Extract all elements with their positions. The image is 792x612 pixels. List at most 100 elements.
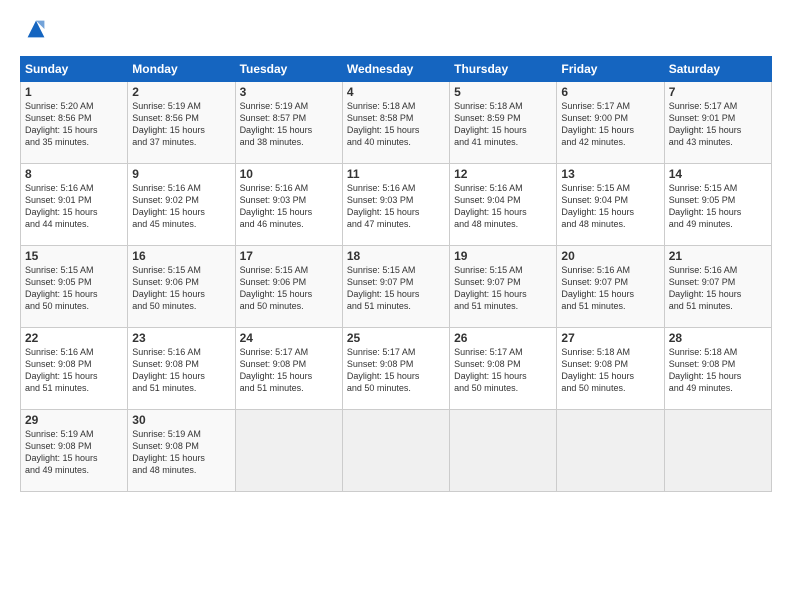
- day-info: Sunrise: 5:18 AMSunset: 8:59 PMDaylight:…: [454, 100, 552, 149]
- calendar-cell: 16Sunrise: 5:15 AMSunset: 9:06 PMDayligh…: [128, 246, 235, 328]
- day-number: 1: [25, 85, 123, 99]
- day-info: Sunrise: 5:17 AMSunset: 9:08 PMDaylight:…: [240, 346, 338, 395]
- logo: [20, 15, 50, 48]
- calendar-table: SundayMondayTuesdayWednesdayThursdayFrid…: [20, 56, 772, 492]
- day-number: 4: [347, 85, 445, 99]
- calendar-cell: 9Sunrise: 5:16 AMSunset: 9:02 PMDaylight…: [128, 164, 235, 246]
- calendar-cell: 23Sunrise: 5:16 AMSunset: 9:08 PMDayligh…: [128, 328, 235, 410]
- day-header-sunday: Sunday: [21, 57, 128, 82]
- day-info: Sunrise: 5:20 AMSunset: 8:56 PMDaylight:…: [25, 100, 123, 149]
- calendar-cell: 8Sunrise: 5:16 AMSunset: 9:01 PMDaylight…: [21, 164, 128, 246]
- day-info: Sunrise: 5:17 AMSunset: 9:08 PMDaylight:…: [454, 346, 552, 395]
- calendar-cell: 18Sunrise: 5:15 AMSunset: 9:07 PMDayligh…: [342, 246, 449, 328]
- day-number: 5: [454, 85, 552, 99]
- calendar-cell: 26Sunrise: 5:17 AMSunset: 9:08 PMDayligh…: [450, 328, 557, 410]
- calendar-cell: 29Sunrise: 5:19 AMSunset: 9:08 PMDayligh…: [21, 410, 128, 492]
- day-number: 15: [25, 249, 123, 263]
- day-header-friday: Friday: [557, 57, 664, 82]
- day-info: Sunrise: 5:16 AMSunset: 9:08 PMDaylight:…: [25, 346, 123, 395]
- calendar-cell: 3Sunrise: 5:19 AMSunset: 8:57 PMDaylight…: [235, 82, 342, 164]
- day-info: Sunrise: 5:16 AMSunset: 9:02 PMDaylight:…: [132, 182, 230, 231]
- day-number: 3: [240, 85, 338, 99]
- day-header-thursday: Thursday: [450, 57, 557, 82]
- day-info: Sunrise: 5:16 AMSunset: 9:04 PMDaylight:…: [454, 182, 552, 231]
- calendar-cell: 5Sunrise: 5:18 AMSunset: 8:59 PMDaylight…: [450, 82, 557, 164]
- day-number: 21: [669, 249, 767, 263]
- calendar-cell: 1Sunrise: 5:20 AMSunset: 8:56 PMDaylight…: [21, 82, 128, 164]
- day-header-saturday: Saturday: [664, 57, 771, 82]
- day-number: 24: [240, 331, 338, 345]
- calendar-cell: 15Sunrise: 5:15 AMSunset: 9:05 PMDayligh…: [21, 246, 128, 328]
- day-info: Sunrise: 5:15 AMSunset: 9:07 PMDaylight:…: [347, 264, 445, 313]
- calendar-cell: 11Sunrise: 5:16 AMSunset: 9:03 PMDayligh…: [342, 164, 449, 246]
- calendar-cell: 6Sunrise: 5:17 AMSunset: 9:00 PMDaylight…: [557, 82, 664, 164]
- day-info: Sunrise: 5:15 AMSunset: 9:07 PMDaylight:…: [454, 264, 552, 313]
- day-header-monday: Monday: [128, 57, 235, 82]
- day-info: Sunrise: 5:19 AMSunset: 8:57 PMDaylight:…: [240, 100, 338, 149]
- calendar-cell: [450, 410, 557, 492]
- day-info: Sunrise: 5:18 AMSunset: 9:08 PMDaylight:…: [561, 346, 659, 395]
- calendar-cell: 21Sunrise: 5:16 AMSunset: 9:07 PMDayligh…: [664, 246, 771, 328]
- day-number: 8: [25, 167, 123, 181]
- day-number: 12: [454, 167, 552, 181]
- page: SundayMondayTuesdayWednesdayThursdayFrid…: [0, 0, 792, 612]
- week-row: 22Sunrise: 5:16 AMSunset: 9:08 PMDayligh…: [21, 328, 772, 410]
- day-info: Sunrise: 5:16 AMSunset: 9:03 PMDaylight:…: [240, 182, 338, 231]
- calendar-cell: 28Sunrise: 5:18 AMSunset: 9:08 PMDayligh…: [664, 328, 771, 410]
- week-row: 15Sunrise: 5:15 AMSunset: 9:05 PMDayligh…: [21, 246, 772, 328]
- day-info: Sunrise: 5:17 AMSunset: 9:00 PMDaylight:…: [561, 100, 659, 149]
- day-number: 7: [669, 85, 767, 99]
- day-info: Sunrise: 5:15 AMSunset: 9:06 PMDaylight:…: [132, 264, 230, 313]
- day-number: 20: [561, 249, 659, 263]
- calendar-cell: 13Sunrise: 5:15 AMSunset: 9:04 PMDayligh…: [557, 164, 664, 246]
- calendar-cell: 25Sunrise: 5:17 AMSunset: 9:08 PMDayligh…: [342, 328, 449, 410]
- day-number: 10: [240, 167, 338, 181]
- day-info: Sunrise: 5:16 AMSunset: 9:08 PMDaylight:…: [132, 346, 230, 395]
- calendar-cell: [664, 410, 771, 492]
- day-number: 11: [347, 167, 445, 181]
- day-number: 9: [132, 167, 230, 181]
- day-number: 2: [132, 85, 230, 99]
- day-number: 23: [132, 331, 230, 345]
- day-number: 18: [347, 249, 445, 263]
- day-info: Sunrise: 5:17 AMSunset: 9:01 PMDaylight:…: [669, 100, 767, 149]
- week-row: 1Sunrise: 5:20 AMSunset: 8:56 PMDaylight…: [21, 82, 772, 164]
- calendar-cell: 22Sunrise: 5:16 AMSunset: 9:08 PMDayligh…: [21, 328, 128, 410]
- day-number: 22: [25, 331, 123, 345]
- calendar-cell: 27Sunrise: 5:18 AMSunset: 9:08 PMDayligh…: [557, 328, 664, 410]
- day-info: Sunrise: 5:15 AMSunset: 9:05 PMDaylight:…: [25, 264, 123, 313]
- day-number: 29: [25, 413, 123, 427]
- day-number: 17: [240, 249, 338, 263]
- calendar-cell: 19Sunrise: 5:15 AMSunset: 9:07 PMDayligh…: [450, 246, 557, 328]
- calendar-cell: 12Sunrise: 5:16 AMSunset: 9:04 PMDayligh…: [450, 164, 557, 246]
- calendar-cell: 17Sunrise: 5:15 AMSunset: 9:06 PMDayligh…: [235, 246, 342, 328]
- day-header-wednesday: Wednesday: [342, 57, 449, 82]
- day-info: Sunrise: 5:15 AMSunset: 9:04 PMDaylight:…: [561, 182, 659, 231]
- calendar-cell: 7Sunrise: 5:17 AMSunset: 9:01 PMDaylight…: [664, 82, 771, 164]
- day-info: Sunrise: 5:17 AMSunset: 9:08 PMDaylight:…: [347, 346, 445, 395]
- day-header-tuesday: Tuesday: [235, 57, 342, 82]
- calendar-cell: 30Sunrise: 5:19 AMSunset: 9:08 PMDayligh…: [128, 410, 235, 492]
- header-row: SundayMondayTuesdayWednesdayThursdayFrid…: [21, 57, 772, 82]
- calendar-cell: [557, 410, 664, 492]
- week-row: 8Sunrise: 5:16 AMSunset: 9:01 PMDaylight…: [21, 164, 772, 246]
- logo-icon: [22, 15, 50, 43]
- day-info: Sunrise: 5:19 AMSunset: 9:08 PMDaylight:…: [132, 428, 230, 477]
- calendar-cell: 20Sunrise: 5:16 AMSunset: 9:07 PMDayligh…: [557, 246, 664, 328]
- day-info: Sunrise: 5:16 AMSunset: 9:01 PMDaylight:…: [25, 182, 123, 231]
- day-info: Sunrise: 5:18 AMSunset: 8:58 PMDaylight:…: [347, 100, 445, 149]
- day-info: Sunrise: 5:16 AMSunset: 9:07 PMDaylight:…: [669, 264, 767, 313]
- header: [20, 15, 772, 48]
- calendar-cell: [342, 410, 449, 492]
- day-number: 19: [454, 249, 552, 263]
- day-number: 14: [669, 167, 767, 181]
- day-info: Sunrise: 5:18 AMSunset: 9:08 PMDaylight:…: [669, 346, 767, 395]
- calendar-cell: 2Sunrise: 5:19 AMSunset: 8:56 PMDaylight…: [128, 82, 235, 164]
- calendar-cell: 10Sunrise: 5:16 AMSunset: 9:03 PMDayligh…: [235, 164, 342, 246]
- calendar-cell: 4Sunrise: 5:18 AMSunset: 8:58 PMDaylight…: [342, 82, 449, 164]
- day-info: Sunrise: 5:16 AMSunset: 9:07 PMDaylight:…: [561, 264, 659, 313]
- day-number: 6: [561, 85, 659, 99]
- day-info: Sunrise: 5:15 AMSunset: 9:06 PMDaylight:…: [240, 264, 338, 313]
- day-number: 16: [132, 249, 230, 263]
- day-number: 25: [347, 331, 445, 345]
